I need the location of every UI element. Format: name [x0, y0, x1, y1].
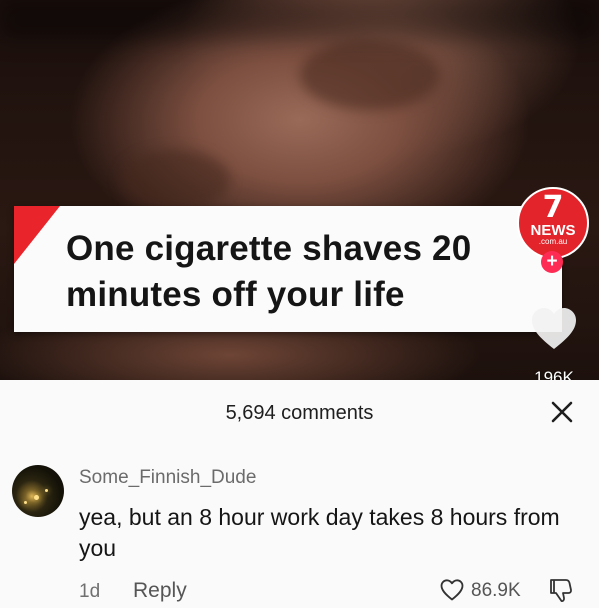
comment-username[interactable]: Some_Finnish_Dude	[79, 467, 256, 489]
close-icon[interactable]	[548, 398, 576, 426]
knuckle-shadow	[300, 40, 440, 110]
comments-count-title: 5,694 comments	[225, 402, 374, 424]
logo-domain: .com.au	[538, 237, 568, 246]
comment-text: yea, but an 8 hour work day takes 8 hour…	[79, 504, 560, 561]
top-shadow	[0, 0, 599, 40]
dislike-icon[interactable]	[548, 577, 574, 603]
creator-avatar-7news-logo[interactable]: 7 NEWS .com.au	[517, 187, 589, 259]
comment-like-count: 86.9K	[471, 580, 521, 601]
follow-plus-button[interactable]: +	[541, 251, 563, 273]
knuckle-shadow	[120, 150, 230, 210]
headline-text: One cigarette shaves 20 minutes off your…	[66, 229, 472, 314]
comments-sheet: 5,694 comments Some_Finnish_Dude yea, bu…	[0, 380, 599, 608]
red-accent-corner	[14, 206, 60, 264]
avatar-light	[45, 489, 48, 492]
avatar-light	[24, 501, 27, 504]
heart-icon[interactable]	[530, 307, 578, 351]
reply-button[interactable]: Reply	[133, 579, 187, 603]
avatar-light	[34, 495, 39, 500]
comment-timestamp: 1d	[79, 581, 101, 602]
heart-outline-icon[interactable]	[440, 579, 464, 601]
logo-seven-mark: 7	[542, 190, 564, 225]
news-headline-card: One cigarette shaves 20 minutes off your…	[14, 206, 562, 332]
avatar[interactable]	[12, 465, 64, 517]
logo-news-word: NEWS	[530, 222, 576, 239]
